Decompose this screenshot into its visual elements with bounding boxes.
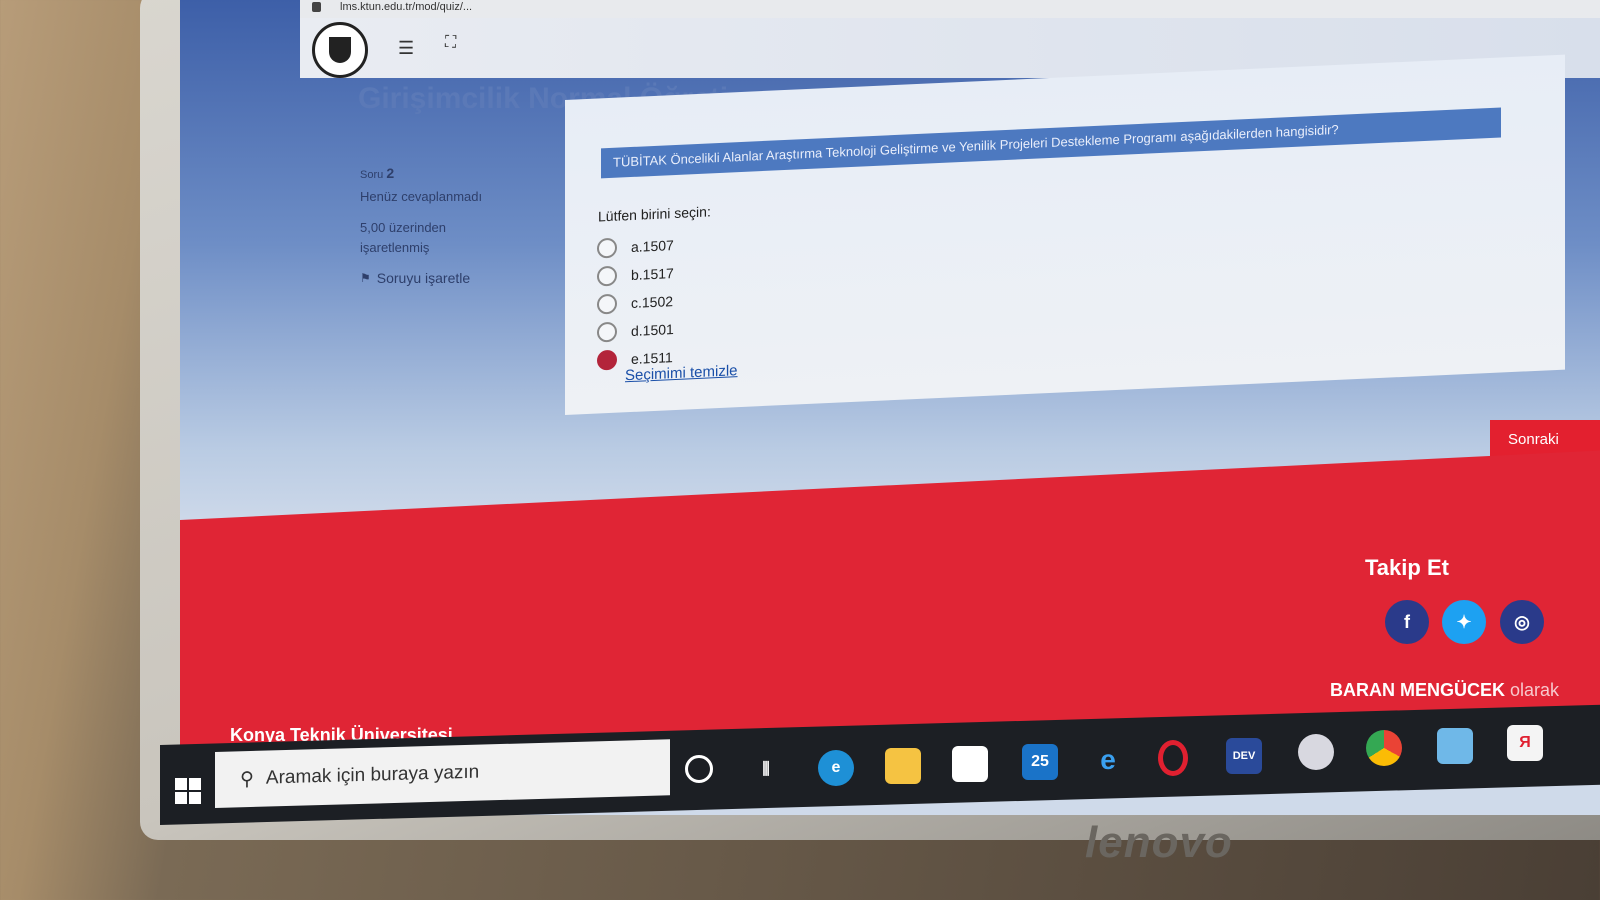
url-text: lms.ktun.edu.tr/mod/quiz/...	[340, 1, 473, 13]
radio-e-selected[interactable]	[597, 349, 617, 371]
fullscreen-icon[interactable]: ⛶	[445, 34, 456, 52]
option-label: d.1501	[631, 321, 674, 340]
option-b[interactable]: b.1517	[597, 263, 674, 287]
option-label: a.1507	[631, 237, 674, 256]
option-label: e.1511	[631, 349, 673, 368]
screen: lms.ktun.edu.tr/mod/quiz/... ☰ ⛶ Girişim…	[180, 0, 1600, 815]
lenovo-logo: lenovo	[1085, 818, 1233, 867]
option-label: c.1502	[631, 293, 674, 312]
facebook-icon[interactable]: f	[1385, 600, 1429, 644]
hamburger-menu-icon[interactable]: ☰	[398, 38, 414, 59]
edge-icon[interactable]: e	[818, 750, 854, 786]
flag-question-link[interactable]: ⚑ Soruyu işaretle	[360, 270, 482, 286]
twitter-icon[interactable]: ✦	[1442, 600, 1486, 644]
radio-c[interactable]	[597, 293, 617, 315]
opera-icon[interactable]	[1158, 740, 1188, 776]
yandex-icon[interactable]: Я	[1507, 725, 1543, 761]
search-icon: ⚲	[240, 768, 254, 790]
cube-app-icon[interactable]	[1437, 728, 1473, 764]
file-explorer-icon[interactable]	[885, 748, 921, 784]
user-credit: BARAN MENGÜCEK olarak	[1330, 680, 1559, 701]
radio-d[interactable]	[597, 321, 617, 343]
follow-title: Takip Et	[1365, 555, 1449, 580]
lock-icon	[312, 2, 321, 12]
option-d[interactable]: d.1501	[597, 319, 674, 343]
internet-explorer-icon[interactable]: e	[1090, 742, 1126, 778]
credit-suffix: olarak	[1510, 680, 1560, 700]
snipping-tool-icon[interactable]	[1298, 734, 1334, 770]
flag-label: Soruyu işaretle	[376, 270, 471, 286]
devcpp-icon[interactable]: DEV	[1226, 738, 1262, 774]
grade-line-1: 5,00 üzerinden	[360, 220, 447, 235]
question-text: TÜBİTAK Öncelikli Alanlar Araştırma Tekn…	[601, 107, 1501, 179]
grade-line-2: işaretlenmiş	[360, 240, 430, 255]
flag-icon: ⚑	[360, 271, 371, 285]
task-view-icon[interactable]: ⫼	[748, 752, 784, 788]
search-placeholder: Aramak için buraya yazın	[265, 761, 480, 789]
question-number-value: 2	[386, 165, 395, 181]
question-label: Soru	[360, 169, 384, 181]
question-number: Soru 2	[360, 165, 482, 181]
option-c[interactable]: c.1502	[597, 291, 674, 315]
address-bar[interactable]: lms.ktun.edu.tr/mod/quiz/...	[300, 0, 1600, 18]
radio-b[interactable]	[597, 265, 617, 287]
chrome-icon[interactable]	[1366, 730, 1402, 766]
mail-icon[interactable]: 25	[1022, 744, 1058, 780]
answer-status: Henüz cevaplanmadı	[360, 189, 483, 204]
user-name[interactable]: BARAN MENGÜCEK	[1330, 680, 1505, 700]
store-icon[interactable]	[952, 746, 988, 782]
clear-selection-link[interactable]: Seçimimi temizle	[625, 362, 738, 384]
question-info: Soru 2 Henüz cevaplanmadı 5,00 üzerinden…	[360, 165, 482, 286]
option-a[interactable]: a.1507	[597, 235, 674, 259]
answer-prompt: Lütfen birini seçin:	[598, 203, 711, 225]
option-label: b.1517	[631, 265, 674, 284]
windows-start-icon[interactable]	[175, 778, 201, 804]
grade-info: 5,00 üzerinden işaretlenmiş	[360, 218, 482, 258]
instagram-icon[interactable]: ◎	[1500, 600, 1544, 644]
radio-a[interactable]	[597, 237, 617, 259]
university-logo[interactable]	[312, 22, 368, 78]
question-card: TÜBİTAK Öncelikli Alanlar Araştırma Tekn…	[565, 54, 1565, 415]
cortana-icon[interactable]	[685, 755, 713, 783]
mail-badge: 25	[1031, 753, 1049, 770]
